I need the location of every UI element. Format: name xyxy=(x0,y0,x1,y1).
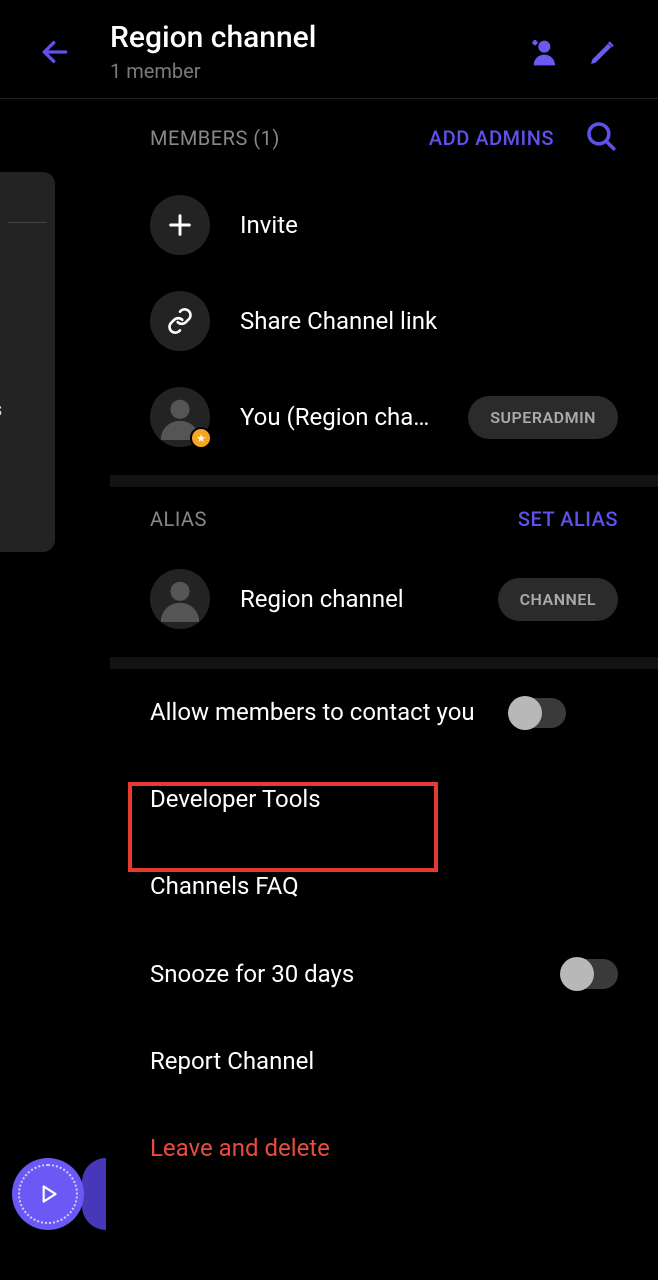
pencil-icon xyxy=(587,36,619,68)
alias-section-header: ALIAS SET ALIAS xyxy=(110,487,658,551)
side-panel: s xyxy=(0,172,55,552)
members-label: MEMBERS (1) xyxy=(150,126,280,150)
allow-contact-toggle[interactable] xyxy=(510,698,566,728)
alias-row[interactable]: Region channel CHANNEL xyxy=(110,551,658,647)
play-icon xyxy=(35,1181,61,1207)
person-icon xyxy=(157,576,203,622)
developer-tools-label: Developer Tools xyxy=(150,784,618,815)
toggle-knob xyxy=(508,696,542,730)
link-icon xyxy=(166,307,194,335)
you-avatar xyxy=(150,387,210,447)
content: MEMBERS (1) ADD ADMINS Invite Share Chan… xyxy=(0,99,658,1192)
report-channel-row[interactable]: Report Channel xyxy=(110,1018,658,1105)
snooze-row[interactable]: Snooze for 30 days xyxy=(110,931,658,1018)
channel-badge: CHANNEL xyxy=(498,578,618,621)
allow-contact-row[interactable]: Allow members to contact you xyxy=(110,669,658,756)
search-button[interactable] xyxy=(584,119,618,157)
snooze-toggle[interactable] xyxy=(562,959,618,989)
page-subtitle: 1 member xyxy=(110,59,508,83)
share-link-row[interactable]: Share Channel link xyxy=(110,273,658,369)
share-label: Share Channel link xyxy=(240,307,618,335)
invite-icon-circle xyxy=(150,195,210,255)
toggle-knob xyxy=(560,957,594,991)
members-section-header: MEMBERS (1) ADD ADMINS xyxy=(110,99,658,177)
set-alias-button[interactable]: SET ALIAS xyxy=(518,507,618,531)
search-icon xyxy=(584,119,618,153)
play-fab[interactable] xyxy=(12,1158,84,1230)
superadmin-badge: SUPERADMIN xyxy=(468,396,618,439)
alias-name: Region channel xyxy=(240,585,488,613)
report-channel-label: Report Channel xyxy=(150,1046,618,1077)
snooze-label: Snooze for 30 days xyxy=(150,959,562,990)
plus-icon xyxy=(166,211,194,239)
section-divider xyxy=(110,657,658,669)
channels-faq-row[interactable]: Channels FAQ xyxy=(110,843,658,930)
add-person-icon xyxy=(527,36,559,68)
section-divider xyxy=(110,475,658,487)
fab-peek xyxy=(82,1158,106,1230)
invite-label: Invite xyxy=(240,211,618,239)
add-admins-button[interactable]: ADD ADMINS xyxy=(429,126,554,150)
edit-button[interactable] xyxy=(578,27,628,77)
add-member-button[interactable] xyxy=(518,27,568,77)
arrow-left-icon xyxy=(39,36,71,68)
share-icon-circle xyxy=(150,291,210,351)
side-divider xyxy=(8,222,47,223)
allow-contact-label: Allow members to contact you xyxy=(150,697,510,728)
back-button[interactable] xyxy=(30,27,80,77)
side-letter: s xyxy=(0,397,2,421)
you-label: You (Region cha… xyxy=(240,403,458,431)
page-title: Region channel xyxy=(110,20,508,55)
alias-avatar xyxy=(150,569,210,629)
member-you-row[interactable]: You (Region cha… SUPERADMIN xyxy=(110,369,658,465)
title-block: Region channel 1 member xyxy=(110,20,508,83)
header: Region channel 1 member xyxy=(0,0,658,99)
star-badge-icon xyxy=(190,427,212,449)
leave-delete-label: Leave and delete xyxy=(150,1133,618,1164)
developer-tools-row[interactable]: Developer Tools xyxy=(110,756,658,843)
channels-faq-label: Channels FAQ xyxy=(150,871,618,902)
invite-row[interactable]: Invite xyxy=(110,177,658,273)
leave-delete-row[interactable]: Leave and delete xyxy=(110,1105,658,1192)
alias-label: ALIAS xyxy=(150,507,207,531)
